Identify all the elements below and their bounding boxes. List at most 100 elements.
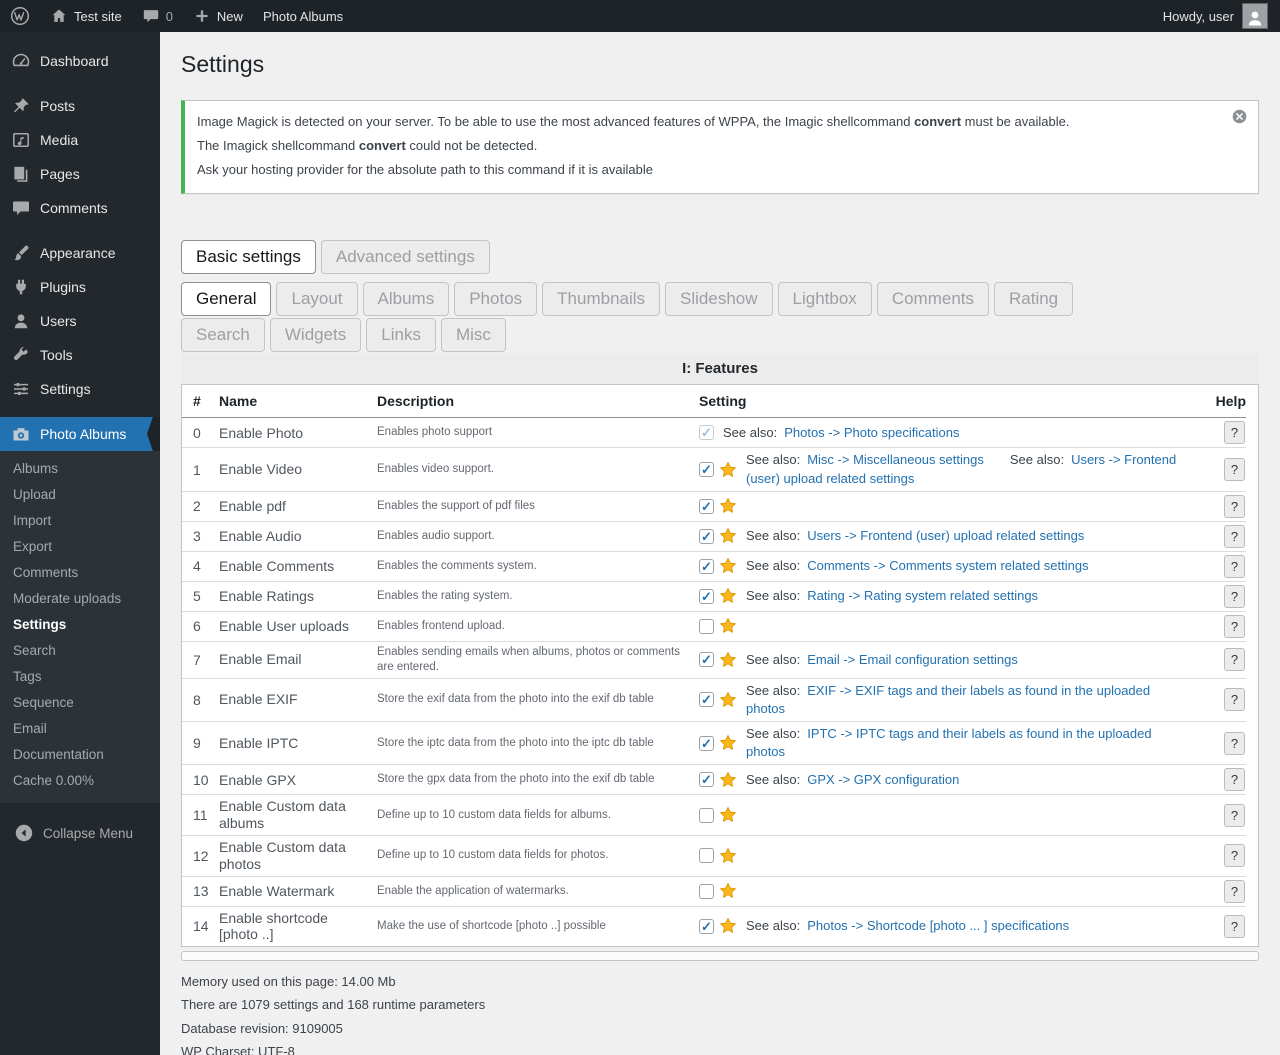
sidebar-item-dashboard[interactable]: Dashboard xyxy=(0,44,160,78)
admin-bar-comments[interactable]: 0 xyxy=(142,7,173,25)
admin-bar-site-name[interactable]: Test site xyxy=(50,7,122,25)
tab-layout[interactable]: Layout xyxy=(276,282,358,317)
setting-checkbox[interactable] xyxy=(699,735,714,751)
sidebar-item-photo-albums[interactable]: Photo Albums xyxy=(0,417,160,451)
sidebar-item-plugins[interactable]: Plugins xyxy=(0,270,160,304)
tab-search[interactable]: Search xyxy=(181,318,265,353)
tab-widgets[interactable]: Widgets xyxy=(269,318,362,353)
admin-bar-photo-albums[interactable]: Photo Albums xyxy=(263,9,343,24)
setting-checkbox[interactable] xyxy=(699,462,714,478)
see-also-link[interactable]: Photos -> Shortcode [photo ... ] specifi… xyxy=(807,918,1069,933)
admin-bar-account[interactable]: Howdy, user xyxy=(1163,3,1268,29)
star-icon xyxy=(719,617,737,635)
sidebar-item-tools[interactable]: Tools xyxy=(0,338,160,372)
sidebar-item-comments[interactable]: Comments xyxy=(0,191,160,225)
tab-general[interactable]: General xyxy=(181,282,272,317)
submenu-item-settings[interactable]: Settings xyxy=(0,612,160,638)
tab-links[interactable]: Links xyxy=(366,318,436,353)
help-button[interactable]: ? xyxy=(1224,494,1245,518)
setting-checkbox[interactable] xyxy=(699,807,714,823)
sidebar-item-posts[interactable]: Posts xyxy=(0,89,160,123)
help-button[interactable]: ? xyxy=(1224,421,1245,445)
tab-rating[interactable]: Rating xyxy=(994,282,1074,317)
setting-checkbox[interactable] xyxy=(699,588,714,604)
setting-checkbox[interactable] xyxy=(699,425,714,441)
setting-checkbox[interactable] xyxy=(699,558,714,574)
submenu-item-cache-0-00-[interactable]: Cache 0.00% xyxy=(0,768,160,794)
help-button[interactable]: ? xyxy=(1224,731,1245,755)
help-button[interactable]: ? xyxy=(1224,648,1245,672)
help-button[interactable]: ? xyxy=(1224,554,1245,578)
tab-slideshow[interactable]: Slideshow xyxy=(665,282,773,317)
help-button[interactable]: ? xyxy=(1224,879,1245,903)
submenu-item-moderate-uploads[interactable]: Moderate uploads xyxy=(0,586,160,612)
setting-checkbox[interactable] xyxy=(699,848,714,864)
see-also-link[interactable]: Rating -> Rating system related settings xyxy=(807,588,1038,603)
submenu-item-comments[interactable]: Comments xyxy=(0,560,160,586)
help-button[interactable]: ? xyxy=(1224,524,1245,548)
submenu-item-documentation[interactable]: Documentation xyxy=(0,742,160,768)
tab-thumbnails[interactable]: Thumbnails xyxy=(542,282,661,317)
tab-comments[interactable]: Comments xyxy=(876,282,989,317)
submenu-item-email[interactable]: Email xyxy=(0,716,160,742)
tab-lightbox[interactable]: Lightbox xyxy=(777,282,872,317)
setting-checkbox[interactable] xyxy=(699,652,714,668)
tab-misc[interactable]: Misc xyxy=(440,318,506,353)
help-button[interactable]: ? xyxy=(1224,688,1245,712)
admin-bar-new[interactable]: New xyxy=(193,7,243,25)
tab-photos[interactable]: Photos xyxy=(454,282,538,317)
see-also-link[interactable]: Email -> Email configuration settings xyxy=(807,652,1018,667)
see-also-link[interactable]: Comments -> Comments system related sett… xyxy=(807,558,1088,573)
help-button[interactable]: ? xyxy=(1224,768,1245,792)
see-also-link[interactable]: Users -> Frontend (user) upload related … xyxy=(807,528,1084,543)
see-also-link[interactable]: Misc -> Miscellaneous settings xyxy=(807,452,984,467)
setting-checkbox[interactable] xyxy=(699,918,714,934)
setting-checkbox[interactable] xyxy=(699,883,714,899)
setting-checkbox[interactable] xyxy=(699,528,714,544)
media-icon xyxy=(11,130,31,150)
submenu-item-upload[interactable]: Upload xyxy=(0,482,160,508)
sidebar-item-media[interactable]: Media xyxy=(0,123,160,157)
setting-cell xyxy=(699,882,1206,900)
setting-name: Enable Comments xyxy=(219,557,335,574)
next-table-strip xyxy=(181,951,1259,962)
sidebar-item-users[interactable]: Users xyxy=(0,304,160,338)
submenu-item-albums[interactable]: Albums xyxy=(0,456,160,482)
wordpress-logo-icon[interactable] xyxy=(10,6,30,26)
setting-checkbox[interactable] xyxy=(699,692,714,708)
collapse-menu-button[interactable]: Collapse Menu xyxy=(0,816,160,850)
tab-albums[interactable]: Albums xyxy=(362,282,450,317)
submenu-item-tags[interactable]: Tags xyxy=(0,664,160,690)
sidebar-item-appearance[interactable]: Appearance xyxy=(0,236,160,270)
submenu-item-search[interactable]: Search xyxy=(0,638,160,664)
see-also-link[interactable]: EXIF -> EXIF tags and their labels as fo… xyxy=(746,683,1150,716)
help-button[interactable]: ? xyxy=(1224,614,1245,638)
tab-advanced-settings[interactable]: Advanced settings xyxy=(320,240,490,275)
help-cell: ? xyxy=(1206,768,1246,792)
setting-checkbox[interactable] xyxy=(699,498,714,514)
row-number: 7 xyxy=(193,651,201,668)
setting-description: Store the exif data from the photo into … xyxy=(377,693,654,706)
dismiss-notice-button[interactable] xyxy=(1231,108,1248,125)
table-row: 10 Enable GPX Store the gpx data from th… xyxy=(182,765,1246,796)
help-button[interactable]: ? xyxy=(1224,458,1245,482)
setting-checkbox[interactable] xyxy=(699,618,714,634)
submenu-item-import[interactable]: Import xyxy=(0,508,160,534)
help-button[interactable]: ? xyxy=(1224,584,1245,608)
sidebar-item-pages[interactable]: Pages xyxy=(0,157,160,191)
sidebar-item-settings[interactable]: Settings xyxy=(0,372,160,406)
submenu-item-sequence[interactable]: Sequence xyxy=(0,690,160,716)
submenu-item-export[interactable]: Export xyxy=(0,534,160,560)
setting-checkbox[interactable] xyxy=(699,772,714,788)
help-button[interactable]: ? xyxy=(1224,914,1245,938)
see-also-link[interactable]: GPX -> GPX configuration xyxy=(807,772,959,787)
help-button[interactable]: ? xyxy=(1224,844,1245,868)
see-also-link[interactable]: IPTC -> IPTC tags and their labels as fo… xyxy=(746,726,1152,759)
help-button[interactable]: ? xyxy=(1224,803,1245,827)
see-also-link[interactable]: Photos -> Photo specifications xyxy=(784,425,959,440)
page-title: Settings xyxy=(181,51,265,77)
see-also-label: See also: xyxy=(746,528,801,544)
row-number: 6 xyxy=(193,618,201,635)
help-cell: ? xyxy=(1206,648,1246,672)
tab-basic-settings[interactable]: Basic settings xyxy=(181,240,316,275)
